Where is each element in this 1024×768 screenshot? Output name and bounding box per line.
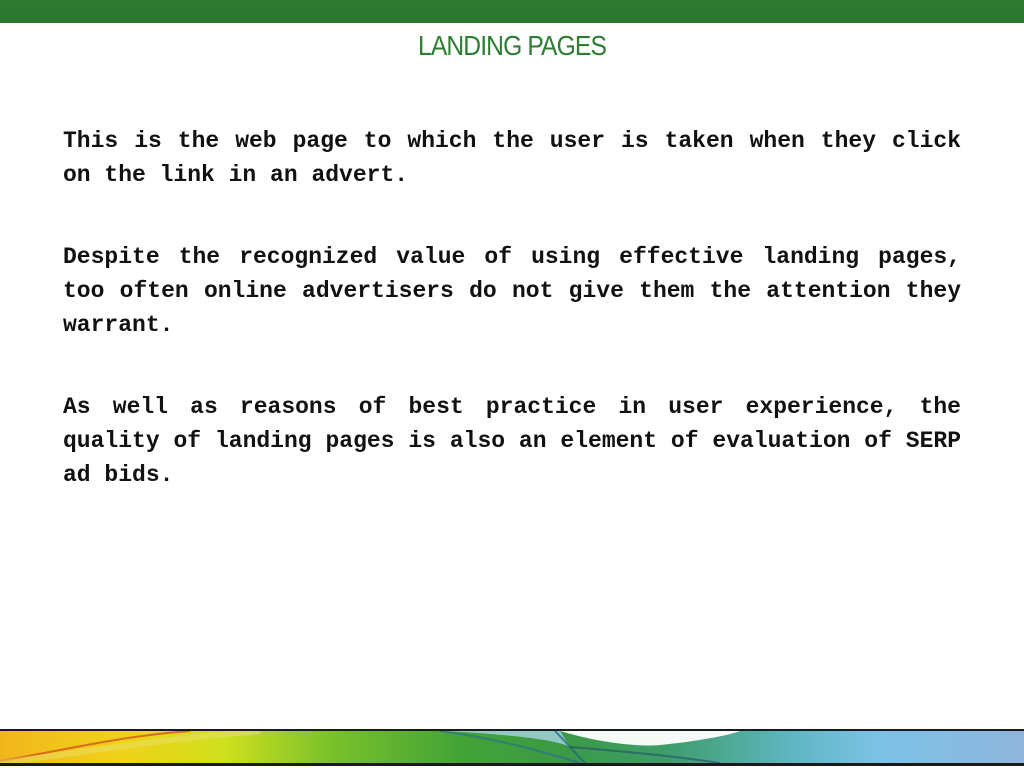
slide-title: LANDING PAGES: [417, 30, 607, 61]
decorative-swoosh-graphic: [0, 731, 740, 763]
slide-body: This is the web page to which the user i…: [63, 124, 961, 540]
top-header-bar: [0, 0, 1024, 23]
paragraph-neglect: Despite the recognized value of using ef…: [63, 244, 961, 338]
paragraph-evaluation: As well as reasons of best practice in u…: [63, 394, 961, 488]
decorative-footer-band: [0, 729, 1024, 766]
paragraph-definition: This is the web page to which the user i…: [63, 128, 961, 188]
